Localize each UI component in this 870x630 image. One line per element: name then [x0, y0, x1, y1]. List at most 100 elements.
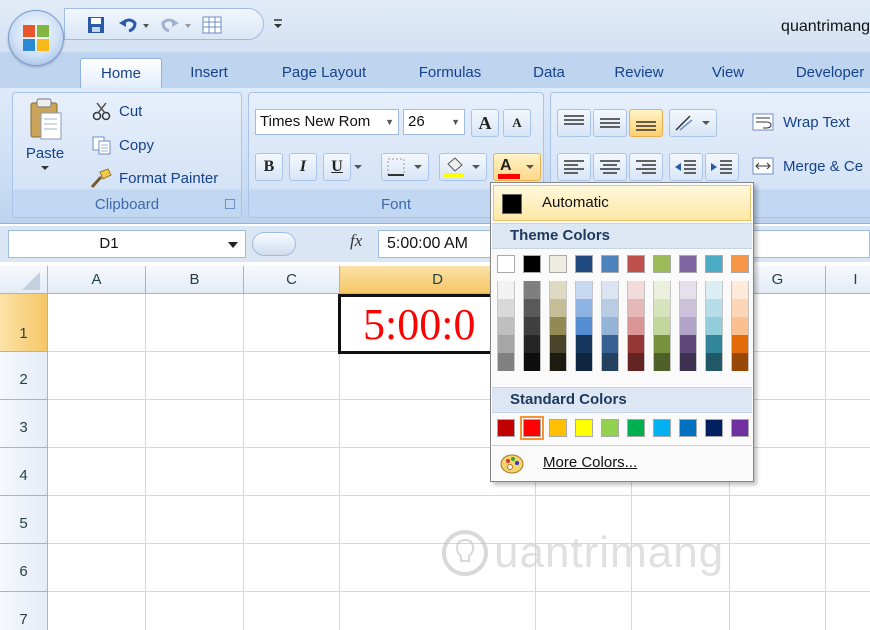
row-header-7[interactable]: 7: [0, 592, 48, 630]
column-header-i[interactable]: I: [826, 266, 870, 294]
theme-shade-swatch[interactable]: [653, 335, 671, 353]
align-bottom-button[interactable]: [629, 109, 663, 137]
theme-shade-swatch[interactable]: [497, 299, 515, 317]
theme-shade-swatch[interactable]: [653, 353, 671, 371]
theme-shade-swatch[interactable]: [679, 281, 697, 299]
paste-button[interactable]: Paste: [19, 97, 71, 172]
theme-shade-swatch[interactable]: [549, 353, 567, 371]
theme-shade-swatch[interactable]: [601, 335, 619, 353]
underline-dropdown-icon[interactable]: [353, 159, 363, 173]
align-right-button[interactable]: [629, 153, 663, 181]
underline-button[interactable]: U: [323, 153, 351, 181]
paste-dropdown-icon[interactable]: [40, 164, 50, 172]
copy-button[interactable]: Copy: [91, 135, 154, 155]
theme-shade-swatch[interactable]: [679, 353, 697, 371]
row-header-5[interactable]: 5: [0, 496, 48, 544]
font-color-button[interactable]: A: [493, 153, 541, 181]
standard-color-swatch[interactable]: [601, 419, 619, 437]
select-all-button[interactable]: [0, 266, 48, 294]
table-icon[interactable]: [201, 14, 223, 36]
theme-shade-swatch[interactable]: [497, 335, 515, 353]
align-middle-button[interactable]: [593, 109, 627, 137]
theme-shade-swatch[interactable]: [575, 299, 593, 317]
grow-font-button[interactable]: A: [471, 109, 499, 137]
orientation-button[interactable]: [669, 109, 717, 137]
more-colors-option[interactable]: More Colors...: [543, 454, 637, 471]
align-top-button[interactable]: [557, 109, 591, 137]
theme-shade-swatch[interactable]: [549, 281, 567, 299]
name-box-dropdown-icon[interactable]: [227, 240, 239, 250]
theme-shade-swatch[interactable]: [705, 281, 723, 299]
theme-shade-swatch[interactable]: [705, 335, 723, 353]
theme-shade-swatch[interactable]: [731, 335, 749, 353]
theme-shade-swatch[interactable]: [627, 317, 645, 335]
theme-shade-swatch[interactable]: [497, 281, 515, 299]
redo-icon[interactable]: [159, 14, 181, 36]
tab-review[interactable]: Review: [600, 58, 678, 88]
row-header-3[interactable]: 3: [0, 400, 48, 448]
italic-button[interactable]: I: [289, 153, 317, 181]
font-size-dropdown-icon[interactable]: ▼: [451, 110, 460, 134]
standard-color-swatch[interactable]: [653, 419, 671, 437]
theme-shade-swatch[interactable]: [601, 353, 619, 371]
theme-shade-swatch[interactable]: [523, 335, 541, 353]
redo-dropdown-icon[interactable]: [183, 14, 193, 36]
theme-shade-swatch[interactable]: [497, 317, 515, 335]
shrink-font-button[interactable]: A: [503, 109, 531, 137]
theme-shade-swatch[interactable]: [575, 317, 593, 335]
theme-color-swatch[interactable]: [705, 255, 723, 273]
theme-color-swatch[interactable]: [679, 255, 697, 273]
office-button[interactable]: [8, 10, 64, 66]
standard-color-swatch[interactable]: [520, 416, 544, 440]
theme-shade-swatch[interactable]: [705, 353, 723, 371]
theme-shade-swatch[interactable]: [679, 317, 697, 335]
column-header-b[interactable]: B: [146, 266, 244, 294]
undo-dropdown-icon[interactable]: [141, 14, 151, 36]
standard-color-swatch[interactable]: [575, 419, 593, 437]
borders-button[interactable]: [381, 153, 429, 181]
theme-color-swatch[interactable]: [601, 255, 619, 273]
standard-color-swatch[interactable]: [679, 419, 697, 437]
theme-shade-swatch[interactable]: [731, 353, 749, 371]
standard-color-swatch[interactable]: [549, 419, 567, 437]
standard-color-swatch[interactable]: [627, 419, 645, 437]
theme-shade-swatch[interactable]: [653, 299, 671, 317]
theme-shade-swatch[interactable]: [523, 281, 541, 299]
theme-shade-swatch[interactable]: [705, 299, 723, 317]
formula-bar-handle[interactable]: [252, 232, 296, 256]
theme-shade-swatch[interactable]: [705, 317, 723, 335]
row-header-6[interactable]: 6: [0, 544, 48, 592]
format-painter-button[interactable]: Format Painter: [89, 167, 218, 189]
theme-shade-swatch[interactable]: [601, 317, 619, 335]
theme-shade-swatch[interactable]: [549, 335, 567, 353]
theme-shade-swatch[interactable]: [601, 281, 619, 299]
tab-formulas[interactable]: Formulas: [402, 58, 498, 88]
align-center-button[interactable]: [593, 153, 627, 181]
row-header-2[interactable]: 2: [0, 352, 48, 400]
theme-shade-swatch[interactable]: [549, 317, 567, 335]
merge-center-button[interactable]: Merge & Ce: [751, 155, 863, 177]
standard-color-swatch[interactable]: [497, 419, 515, 437]
theme-shade-swatch[interactable]: [523, 317, 541, 335]
theme-color-swatch[interactable]: [575, 255, 593, 273]
theme-shade-swatch[interactable]: [549, 299, 567, 317]
theme-shade-swatch[interactable]: [575, 335, 593, 353]
theme-shade-swatch[interactable]: [523, 299, 541, 317]
save-icon[interactable]: [85, 14, 107, 36]
fill-color-button[interactable]: [439, 153, 487, 181]
theme-shade-swatch[interactable]: [653, 317, 671, 335]
undo-icon[interactable]: [117, 14, 139, 36]
theme-shade-swatch[interactable]: [575, 281, 593, 299]
bold-button[interactable]: B: [255, 153, 283, 181]
theme-color-swatch[interactable]: [653, 255, 671, 273]
insert-function-button[interactable]: fx: [350, 231, 362, 251]
tab-home[interactable]: Home: [80, 58, 162, 88]
column-header-a[interactable]: A: [48, 266, 146, 294]
automatic-option[interactable]: Automatic: [493, 185, 751, 221]
name-box[interactable]: D1: [8, 230, 246, 258]
font-name-dropdown-icon[interactable]: ▼: [385, 110, 394, 134]
font-name-box[interactable]: Times New Rom ▼: [255, 109, 399, 135]
theme-shade-swatch[interactable]: [497, 353, 515, 371]
theme-shade-swatch[interactable]: [575, 353, 593, 371]
tab-developer[interactable]: Developer: [780, 58, 870, 88]
